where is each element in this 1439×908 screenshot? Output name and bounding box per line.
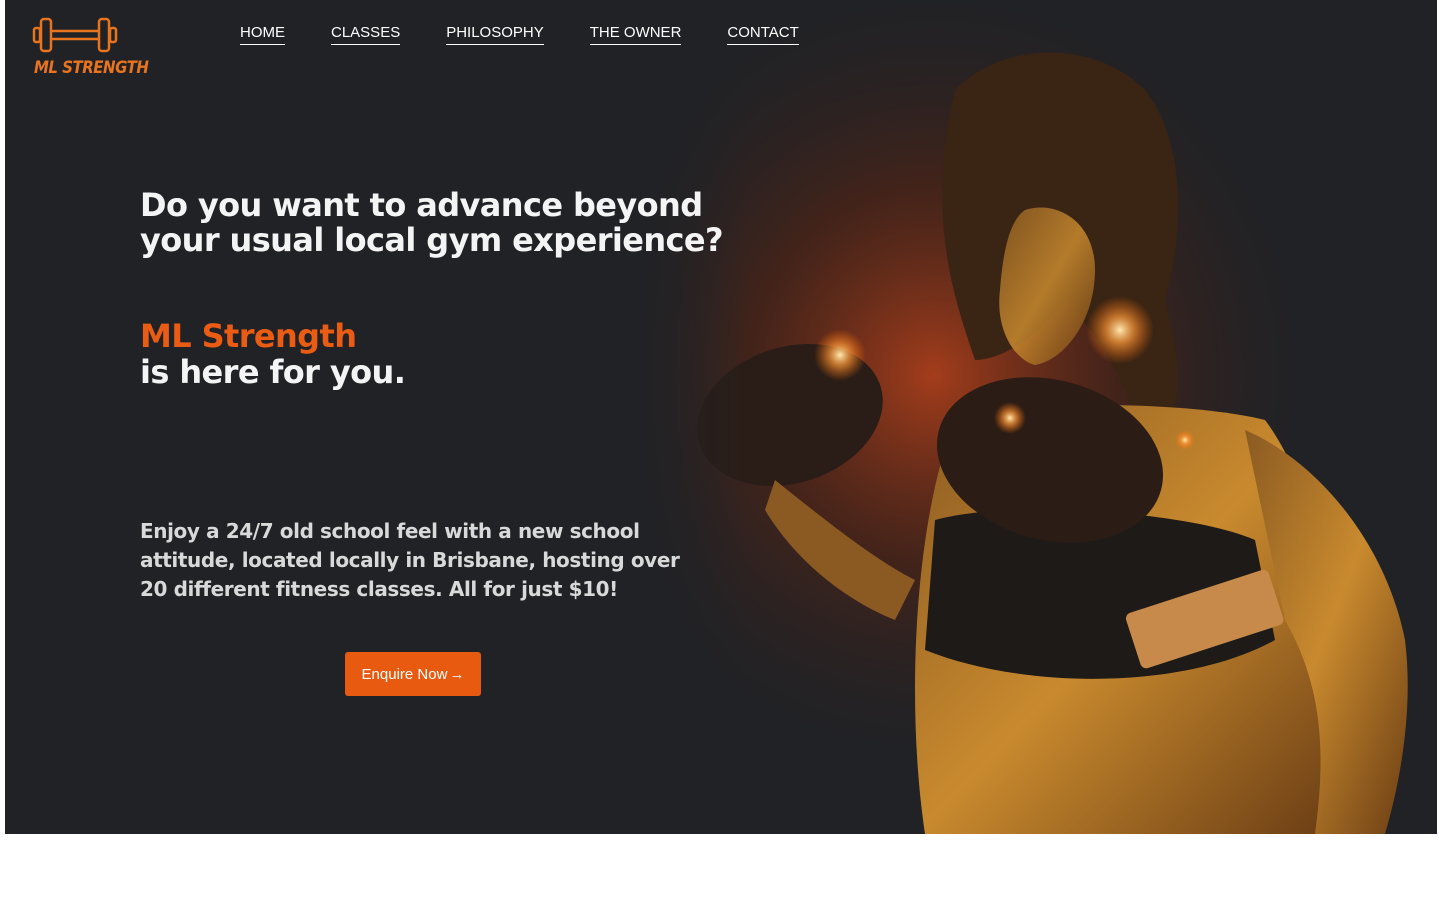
- enquire-now-button[interactable]: Enquire Now →: [345, 652, 481, 696]
- hero-brand-line: ML Strength: [140, 317, 357, 355]
- arrow-right-icon: →: [449, 665, 465, 683]
- hero-tagline: is here for you.: [140, 353, 406, 391]
- nav-the-owner[interactable]: THE OWNER: [589, 24, 682, 45]
- dumbbell-icon: [32, 17, 118, 53]
- brand-logo[interactable]: ML STRENGTH: [32, 14, 149, 82]
- nav-classes[interactable]: CLASSES: [331, 24, 401, 45]
- nav-home[interactable]: HOME: [240, 24, 285, 45]
- hero-section: ML STRENGTH HOME CLASSES PHILOSOPHY THE …: [5, 0, 1437, 834]
- boxer-hero-image: [625, 0, 1437, 834]
- main-nav: HOME CLASSES PHILOSOPHY THE OWNER CONTAC…: [240, 24, 799, 45]
- nav-contact[interactable]: CONTACT: [727, 24, 799, 45]
- brand-name: ML STRENGTH: [34, 56, 149, 78]
- nav-philosophy[interactable]: PHILOSOPHY: [446, 24, 544, 45]
- hero-headline: Do you want to advance beyond your usual…: [140, 186, 724, 259]
- enquire-now-label: Enquire Now: [361, 665, 448, 683]
- hero-description: Enjoy a 24/7 old school feel with a new …: [140, 519, 680, 601]
